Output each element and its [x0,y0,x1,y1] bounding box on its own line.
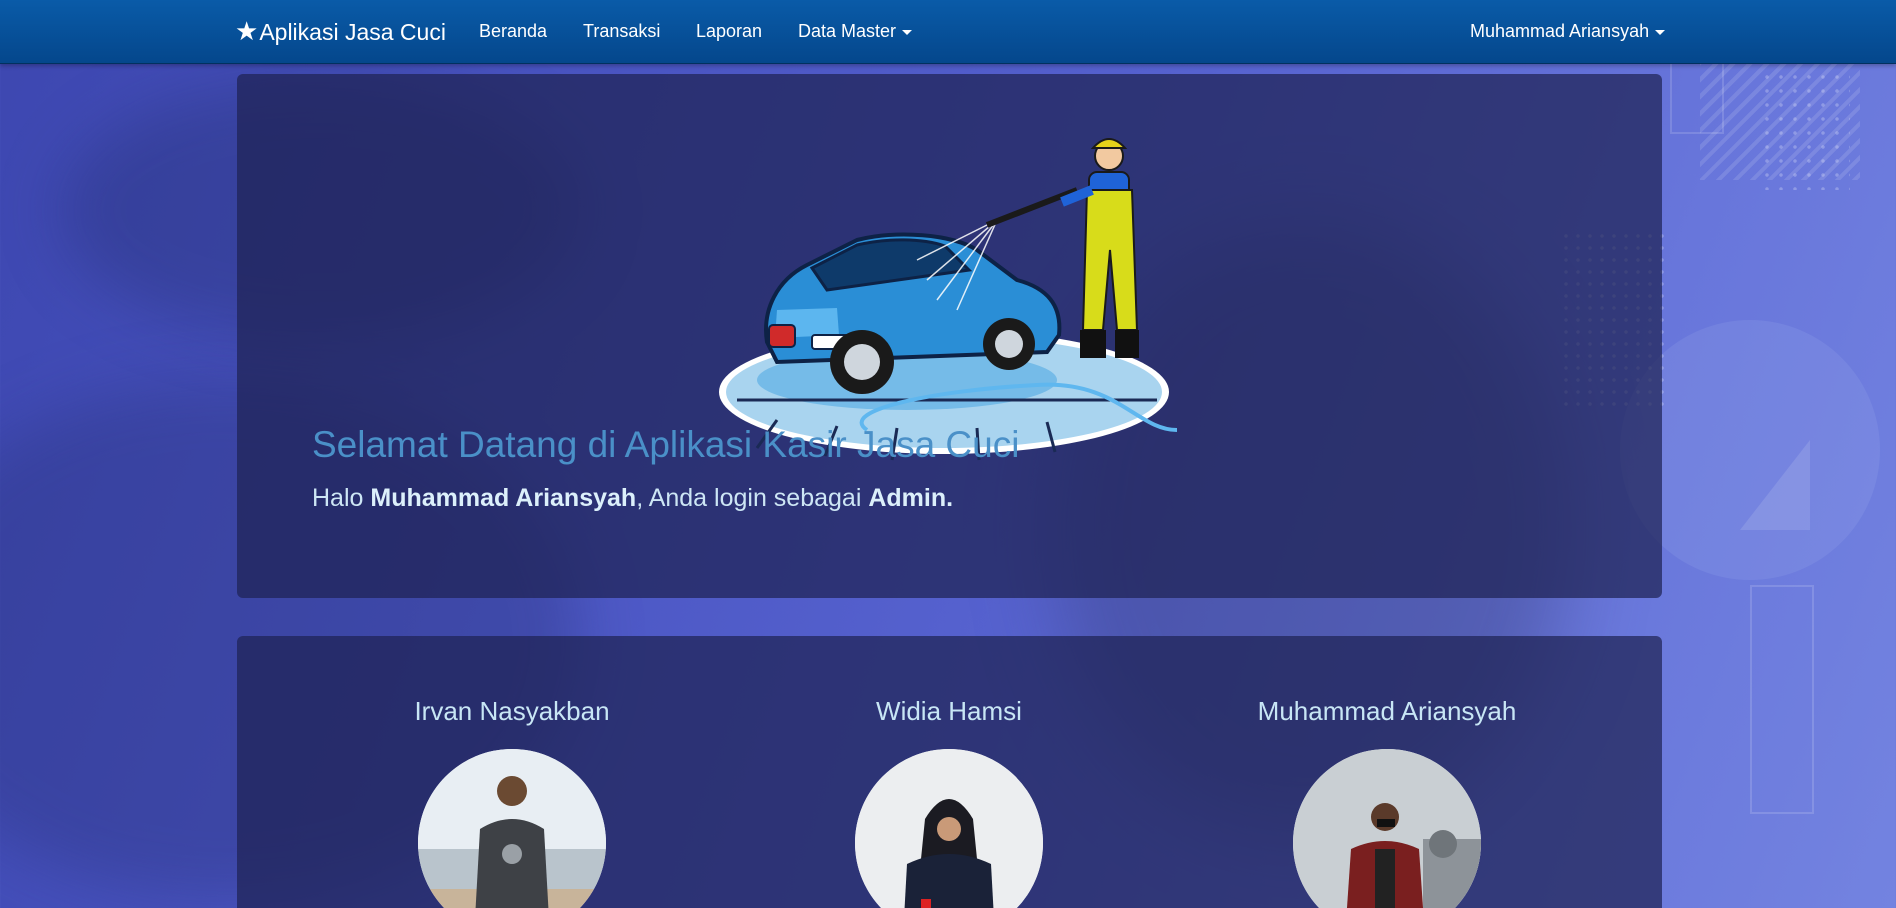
nav-data-master-dropdown[interactable]: Data Master [798,21,913,42]
star-icon: ★ [235,16,259,46]
avatar [418,749,606,908]
welcome-message: Halo Muhammad Ariansyah, Anda login seba… [312,484,953,513]
avatar [855,749,1043,908]
brand-link[interactable]: ★Aplikasi Jasa Cuci [235,16,446,47]
team-member-name: Widia Hamsi [876,696,1022,726]
nav-beranda[interactable]: Beranda [479,21,547,42]
team-panel: Irvan Nasyakban Widia Hamsi Muhammad Ari… [237,636,1662,908]
greeting-middle: , Anda login sebagai [636,484,869,512]
user-role: Admin. [868,484,954,512]
greeting-prefix: Halo [312,484,371,512]
nav-data-master-label: Data Master [798,21,897,41]
brand-label: Aplikasi Jasa Cuci [259,19,446,45]
top-navbar: ★Aplikasi Jasa Cuci Beranda Transaksi La… [0,0,1896,64]
team-member-card: Irvan Nasyakban [382,696,642,908]
nav-transaksi[interactable]: Transaksi [583,21,660,42]
welcome-panel: Selamat Datang di Aplikasi Kasir Jasa Cu… [237,74,1662,598]
user-menu-dropdown[interactable]: Muhammad Ariansyah [1470,21,1666,42]
user-menu-label: Muhammad Ariansyah [1470,21,1650,41]
caret-down-icon [902,29,913,35]
avatar [1293,749,1481,908]
team-member-card: Widia Hamsi [819,696,1079,908]
team-member-card: Muhammad Ariansyah [1257,696,1517,908]
nav-laporan[interactable]: Laporan [696,21,762,42]
car-wash-illustration [719,138,1178,461]
team-member-name: Irvan Nasyakban [414,696,610,726]
caret-down-icon [1655,29,1666,35]
logged-in-user-name: Muhammad Ariansyah [370,484,637,512]
welcome-title: Selamat Datang di Aplikasi Kasir Jasa Cu… [312,424,1020,465]
team-member-name: Muhammad Ariansyah [1257,696,1517,726]
